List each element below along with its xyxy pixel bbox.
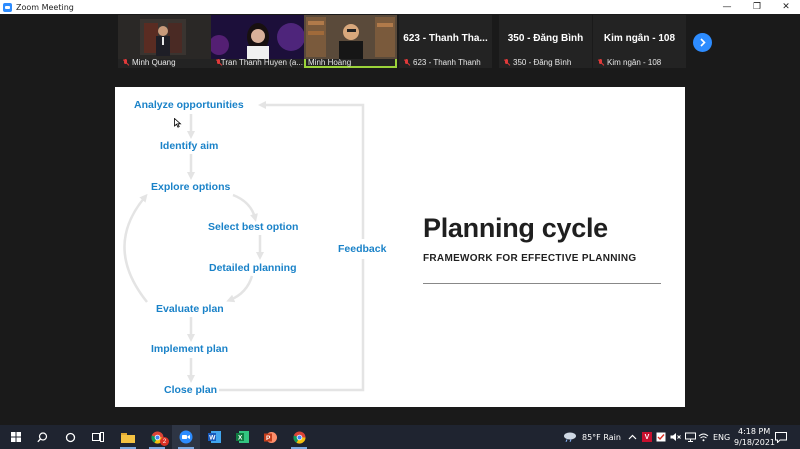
search-icon: [36, 431, 47, 442]
close-button[interactable]: ✕: [771, 0, 800, 14]
word-icon: W: [207, 431, 221, 443]
window-titlebar: Zoom Meeting — ❐ ✕: [0, 0, 800, 14]
participant-tile[interactable]: 350 - Đăng Bình 350 - Đăng Bình: [499, 15, 592, 68]
participant-name: 623 - Thanh Thanh: [403, 58, 481, 67]
excel-icon: X: [235, 431, 249, 443]
chrome-icon: [292, 431, 305, 444]
window-title: Zoom Meeting: [16, 2, 74, 12]
participant-tile[interactable]: Kim ngân - 108 Kim ngân - 108: [593, 15, 686, 68]
participant-name: Minh Hoàng: [308, 58, 352, 67]
clock-time[interactable]: 4:18 PM: [738, 427, 770, 436]
minimize-button[interactable]: —: [712, 0, 742, 14]
slide-title: Planning cycle: [423, 213, 608, 243]
svg-text:W: W: [209, 435, 216, 442]
start-button[interactable]: [2, 425, 30, 449]
wifi-icon[interactable]: [698, 432, 709, 442]
feedback-label: Feedback: [338, 243, 387, 255]
step-explore-options: Explore options: [151, 181, 231, 193]
taskbar-zoom[interactable]: [172, 425, 200, 449]
mic-muted-icon: [403, 59, 410, 66]
participant-strip: Minh Quang Tran Thanh Huyen (a... Minh H…: [0, 14, 800, 69]
task-view-button[interactable]: [84, 425, 112, 449]
vietnamese-input-icon[interactable]: V: [642, 432, 652, 442]
task-view-icon: [92, 432, 104, 442]
participant-display-name: Kim ngân - 108: [603, 33, 676, 44]
mouse-cursor-icon: [174, 118, 182, 128]
weather-text[interactable]: 85°F Rain: [582, 433, 621, 442]
slide-divider: [423, 283, 661, 284]
participant-tile[interactable]: Tran Thanh Huyen (a...: [211, 15, 304, 68]
taskbar: 2 W X P 85°F Rain V ENG 4:18 PM 9/18/202…: [0, 425, 800, 449]
app-tray-icon[interactable]: [656, 432, 666, 442]
participant-video: [304, 15, 397, 59]
taskbar-powerpoint[interactable]: P: [256, 425, 284, 449]
cycle-arrows-diagram: [123, 101, 393, 392]
step-evaluate-plan: Evaluate plan: [156, 303, 224, 315]
svg-text:P: P: [266, 435, 271, 442]
cortana-button[interactable]: [56, 425, 84, 449]
volume-muted-icon[interactable]: [670, 432, 681, 442]
participant-display-name: 350 - Đăng Bình: [507, 33, 584, 44]
clock-date[interactable]: 9/18/2021: [734, 438, 775, 447]
taskbar-excel[interactable]: X: [228, 425, 256, 449]
step-select-best-option: Select best option: [208, 221, 299, 233]
zoom-app-icon: [3, 2, 12, 12]
participant-display-name: 623 - Thanh Tha...: [403, 33, 488, 44]
participant-video: [211, 15, 304, 59]
taskbar-word[interactable]: W: [200, 425, 228, 449]
mic-muted-icon: [503, 59, 510, 66]
windows-icon: [11, 432, 21, 442]
powerpoint-icon: P: [263, 431, 277, 443]
svg-text:X: X: [238, 435, 243, 442]
step-analyze-opportunities: Analyze opportunities: [134, 99, 244, 111]
network-icon[interactable]: [685, 432, 696, 442]
step-detailed-planning: Detailed planning: [209, 262, 297, 274]
taskbar-chrome-window[interactable]: [285, 425, 313, 449]
cortana-circle-icon: [65, 432, 75, 442]
input-language[interactable]: ENG: [713, 433, 730, 442]
mic-muted-icon: [597, 59, 604, 66]
participant-name: Kim ngân - 108: [597, 58, 661, 67]
maximize-button[interactable]: ❐: [742, 0, 772, 14]
mic-muted-icon: [215, 59, 220, 66]
search-button[interactable]: [28, 425, 56, 449]
shared-slide: Analyze opportunities Identify aim Explo…: [115, 87, 685, 407]
chevron-up-icon[interactable]: [628, 433, 637, 442]
participant-tile-active-speaker[interactable]: Minh Hoàng: [304, 15, 397, 68]
participant-video: [118, 15, 211, 59]
participant-name: Minh Quang: [122, 58, 176, 67]
step-close-plan: Close plan: [164, 384, 218, 396]
step-implement-plan: Implement plan: [151, 343, 229, 355]
participant-tile[interactable]: Minh Quang: [118, 15, 211, 68]
chevron-right-icon: [700, 38, 706, 47]
participant-name: 350 - Đăng Bình: [503, 58, 571, 67]
taskbar-file-explorer[interactable]: [114, 425, 142, 449]
weather-rain-icon: [564, 432, 576, 442]
next-participants-button[interactable]: [693, 33, 712, 52]
mic-muted-icon: [122, 59, 129, 66]
taskbar-chrome[interactable]: 2: [143, 425, 171, 449]
zoom-icon: [179, 430, 193, 444]
slide-subtitle: FRAMEWORK FOR EFFECTIVE PLANNING: [423, 253, 637, 264]
participant-tile[interactable]: 623 - Thanh Tha... 623 - Thanh Thanh: [399, 15, 492, 68]
notification-badge: 2: [160, 437, 169, 446]
step-identify-aim: Identify aim: [160, 140, 219, 152]
participant-name: Tran Thanh Huyen (a...: [215, 58, 303, 67]
folder-icon: [121, 432, 135, 443]
notifications-icon[interactable]: [775, 432, 787, 443]
